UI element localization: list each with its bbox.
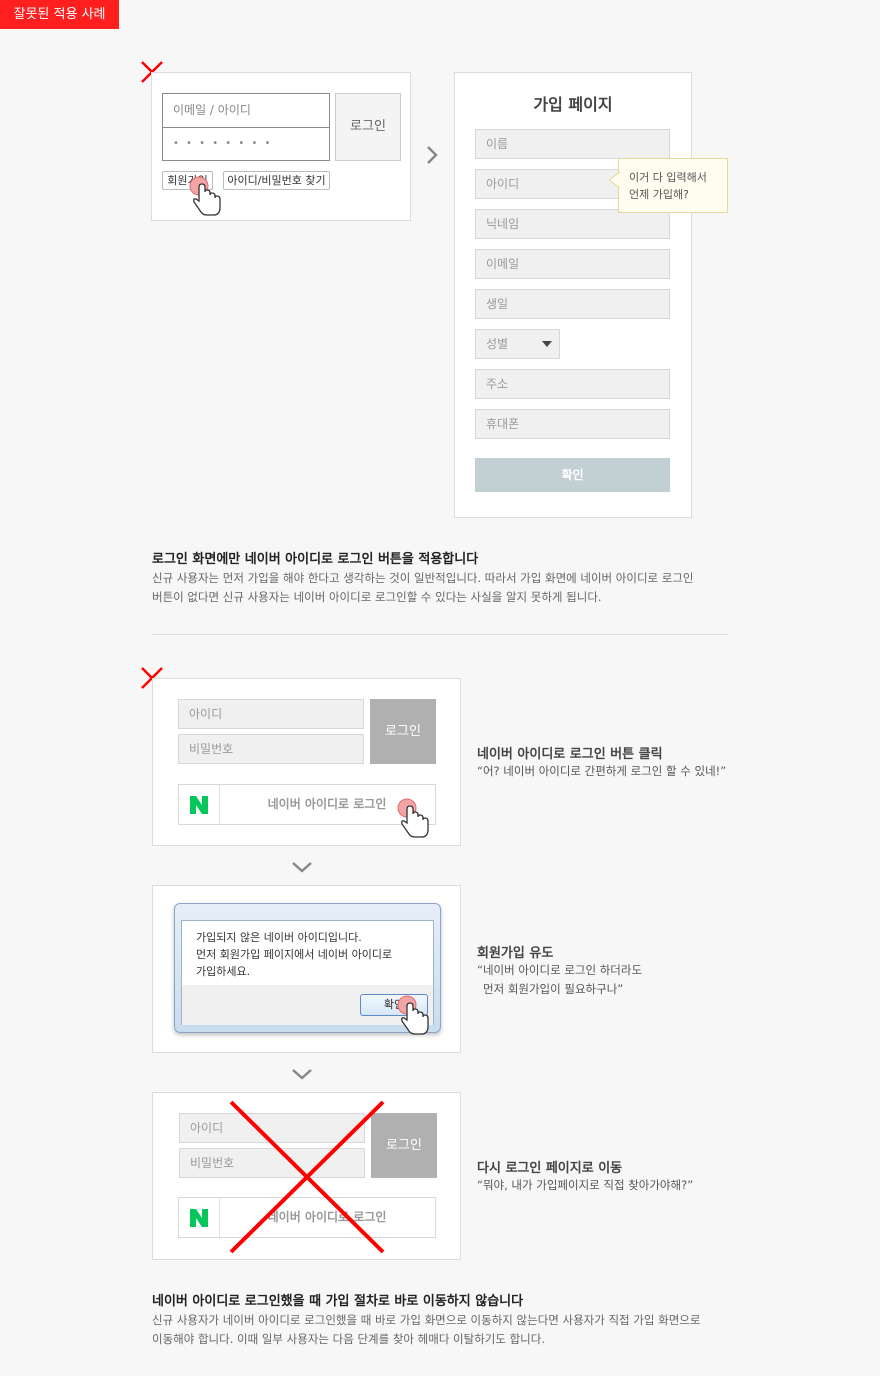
gender-select[interactable]: 성별 [475, 329, 560, 359]
big-x-mark-icon [229, 1100, 385, 1254]
chevron-down-icon [292, 1069, 312, 1080]
password-input[interactable]: • • • • • • • • [162, 127, 330, 161]
section-divider [152, 634, 728, 635]
wrong-example-badge: 잘못된 적용 사례 [0, 0, 119, 29]
step3-title: 다시 로그인 페이지로 이동 [477, 1161, 623, 1176]
confirm-button[interactable]: 확인 [475, 458, 670, 492]
hand-pointer-icon [397, 995, 429, 1035]
step2-quote: “네이버 아이디로 로그인 하더라도 먼저 회원가입이 필요하구나” [477, 961, 642, 999]
section2-description: 신규 사용자가 네이버 아이디로 로그인했을 때 바로 가입 화면으로 이동하지… [152, 1311, 752, 1349]
chevron-down-icon [292, 862, 312, 873]
birthday-field[interactable]: 생일 [475, 289, 670, 319]
step1-login-mockup: 아이디 비밀번호 로그인 네이버 아이디로 로그인 [152, 678, 461, 846]
login-button[interactable]: 로그인 [370, 699, 436, 764]
section2-desc-line2: 이동해야 합니다. 이때 일부 사용자는 다음 단계를 찾아 헤매다 이탈하기도… [152, 1332, 546, 1346]
dropdown-arrow-icon [542, 341, 552, 347]
signup-page-mockup: 가입 페이지 이름 아이디 닉네임 이메일 생일 성별 주소 휴대폰 확인 [454, 72, 692, 518]
login-mockup: 이메일 / 아이디 • • • • • • • • 로그인 회원가입 아이디/비… [151, 72, 411, 221]
alert-message-line1: 가입되지 않은 네이버 아이디입니다. [196, 931, 362, 944]
email-field[interactable]: 이메일 [475, 249, 670, 279]
tooltip-line-2: 언제 가입해? [629, 188, 689, 201]
step1-quote: “어? 네이버 아이디로 간편하게 로그인 할 수 있네!” [477, 764, 727, 778]
alert-message-line3: 가입하세요. [196, 965, 251, 978]
name-field[interactable]: 이름 [475, 129, 670, 159]
section1-heading: 로그인 화면에만 네이버 아이디로 로그인 버튼을 적용합니다 [152, 552, 479, 567]
alert-message: 가입되지 않은 네이버 아이디입니다. 먼저 회원가입 페이지에서 네이버 아이… [196, 929, 392, 980]
id-input[interactable]: 이메일 / 아이디 [162, 93, 330, 128]
section2-desc-line1: 신규 사용자가 네이버 아이디로 로그인했을 때 바로 가입 화면으로 이동하지… [152, 1313, 701, 1327]
step2-quote-line1: “네이버 아이디로 로그인 하더라도 [477, 963, 643, 977]
hand-pointer-icon [397, 798, 429, 838]
section2-heading: 네이버 아이디로 로그인했을 때 가입 절차로 바로 이동하지 않습니다 [152, 1294, 524, 1309]
password-field[interactable]: 비밀번호 [178, 734, 364, 764]
naver-logo [179, 785, 220, 824]
phone-field[interactable]: 휴대폰 [475, 409, 670, 439]
naver-n-icon [190, 796, 208, 814]
find-account-link[interactable]: 아이디/비밀번호 찾기 [223, 171, 330, 190]
alert-message-line2: 먼저 회원가입 페이지에서 네이버 아이디로 [196, 948, 393, 961]
step2-title: 회원가입 유도 [477, 946, 554, 961]
section1-desc-line2: 버튼이 없다면 신규 사용자는 네이버 아이디로 로그인할 수 있다는 사실을 … [152, 590, 602, 604]
step3-login-mockup: 아이디 비밀번호 로그인 네이버 아이디로 로그인 [152, 1092, 461, 1260]
step2-quote-line2: 먼저 회원가입이 필요하구나” [483, 982, 624, 996]
tooltip-line-1: 이거 다 입력해서 [629, 171, 707, 184]
nickname-field[interactable]: 닉네임 [475, 209, 670, 239]
tooltip-pointer [609, 172, 620, 188]
step1-title: 네이버 아이디로 로그인 버튼 클릭 [477, 747, 663, 762]
signup-title: 가입 페이지 [533, 95, 613, 114]
id-field[interactable]: 아이디 [178, 699, 364, 729]
naver-logo [179, 1198, 220, 1237]
section1-description: 신규 사용자는 먼저 가입을 해야 한다고 생각하는 것이 일반적입니다. 따라… [152, 569, 732, 607]
naver-n-icon [190, 1209, 208, 1227]
complaint-tooltip: 이거 다 입력해서 언제 가입해? [618, 158, 728, 213]
section1-desc-line1: 신규 사용자는 먼저 가입을 해야 한다고 생각하는 것이 일반적입니다. 따라… [152, 571, 694, 585]
step3-quote: “뭐야, 내가 가입페이지로 직접 찾아가야해?” [477, 1178, 694, 1192]
step2-dialog-mockup: 가입되지 않은 네이버 아이디입니다. 먼저 회원가입 페이지에서 네이버 아이… [152, 885, 461, 1053]
gender-select-value: 성별 [486, 337, 509, 351]
chevron-right-icon [427, 146, 438, 164]
login-button[interactable]: 로그인 [335, 93, 401, 161]
hand-pointer-icon [189, 176, 221, 216]
address-field[interactable]: 주소 [475, 369, 670, 399]
